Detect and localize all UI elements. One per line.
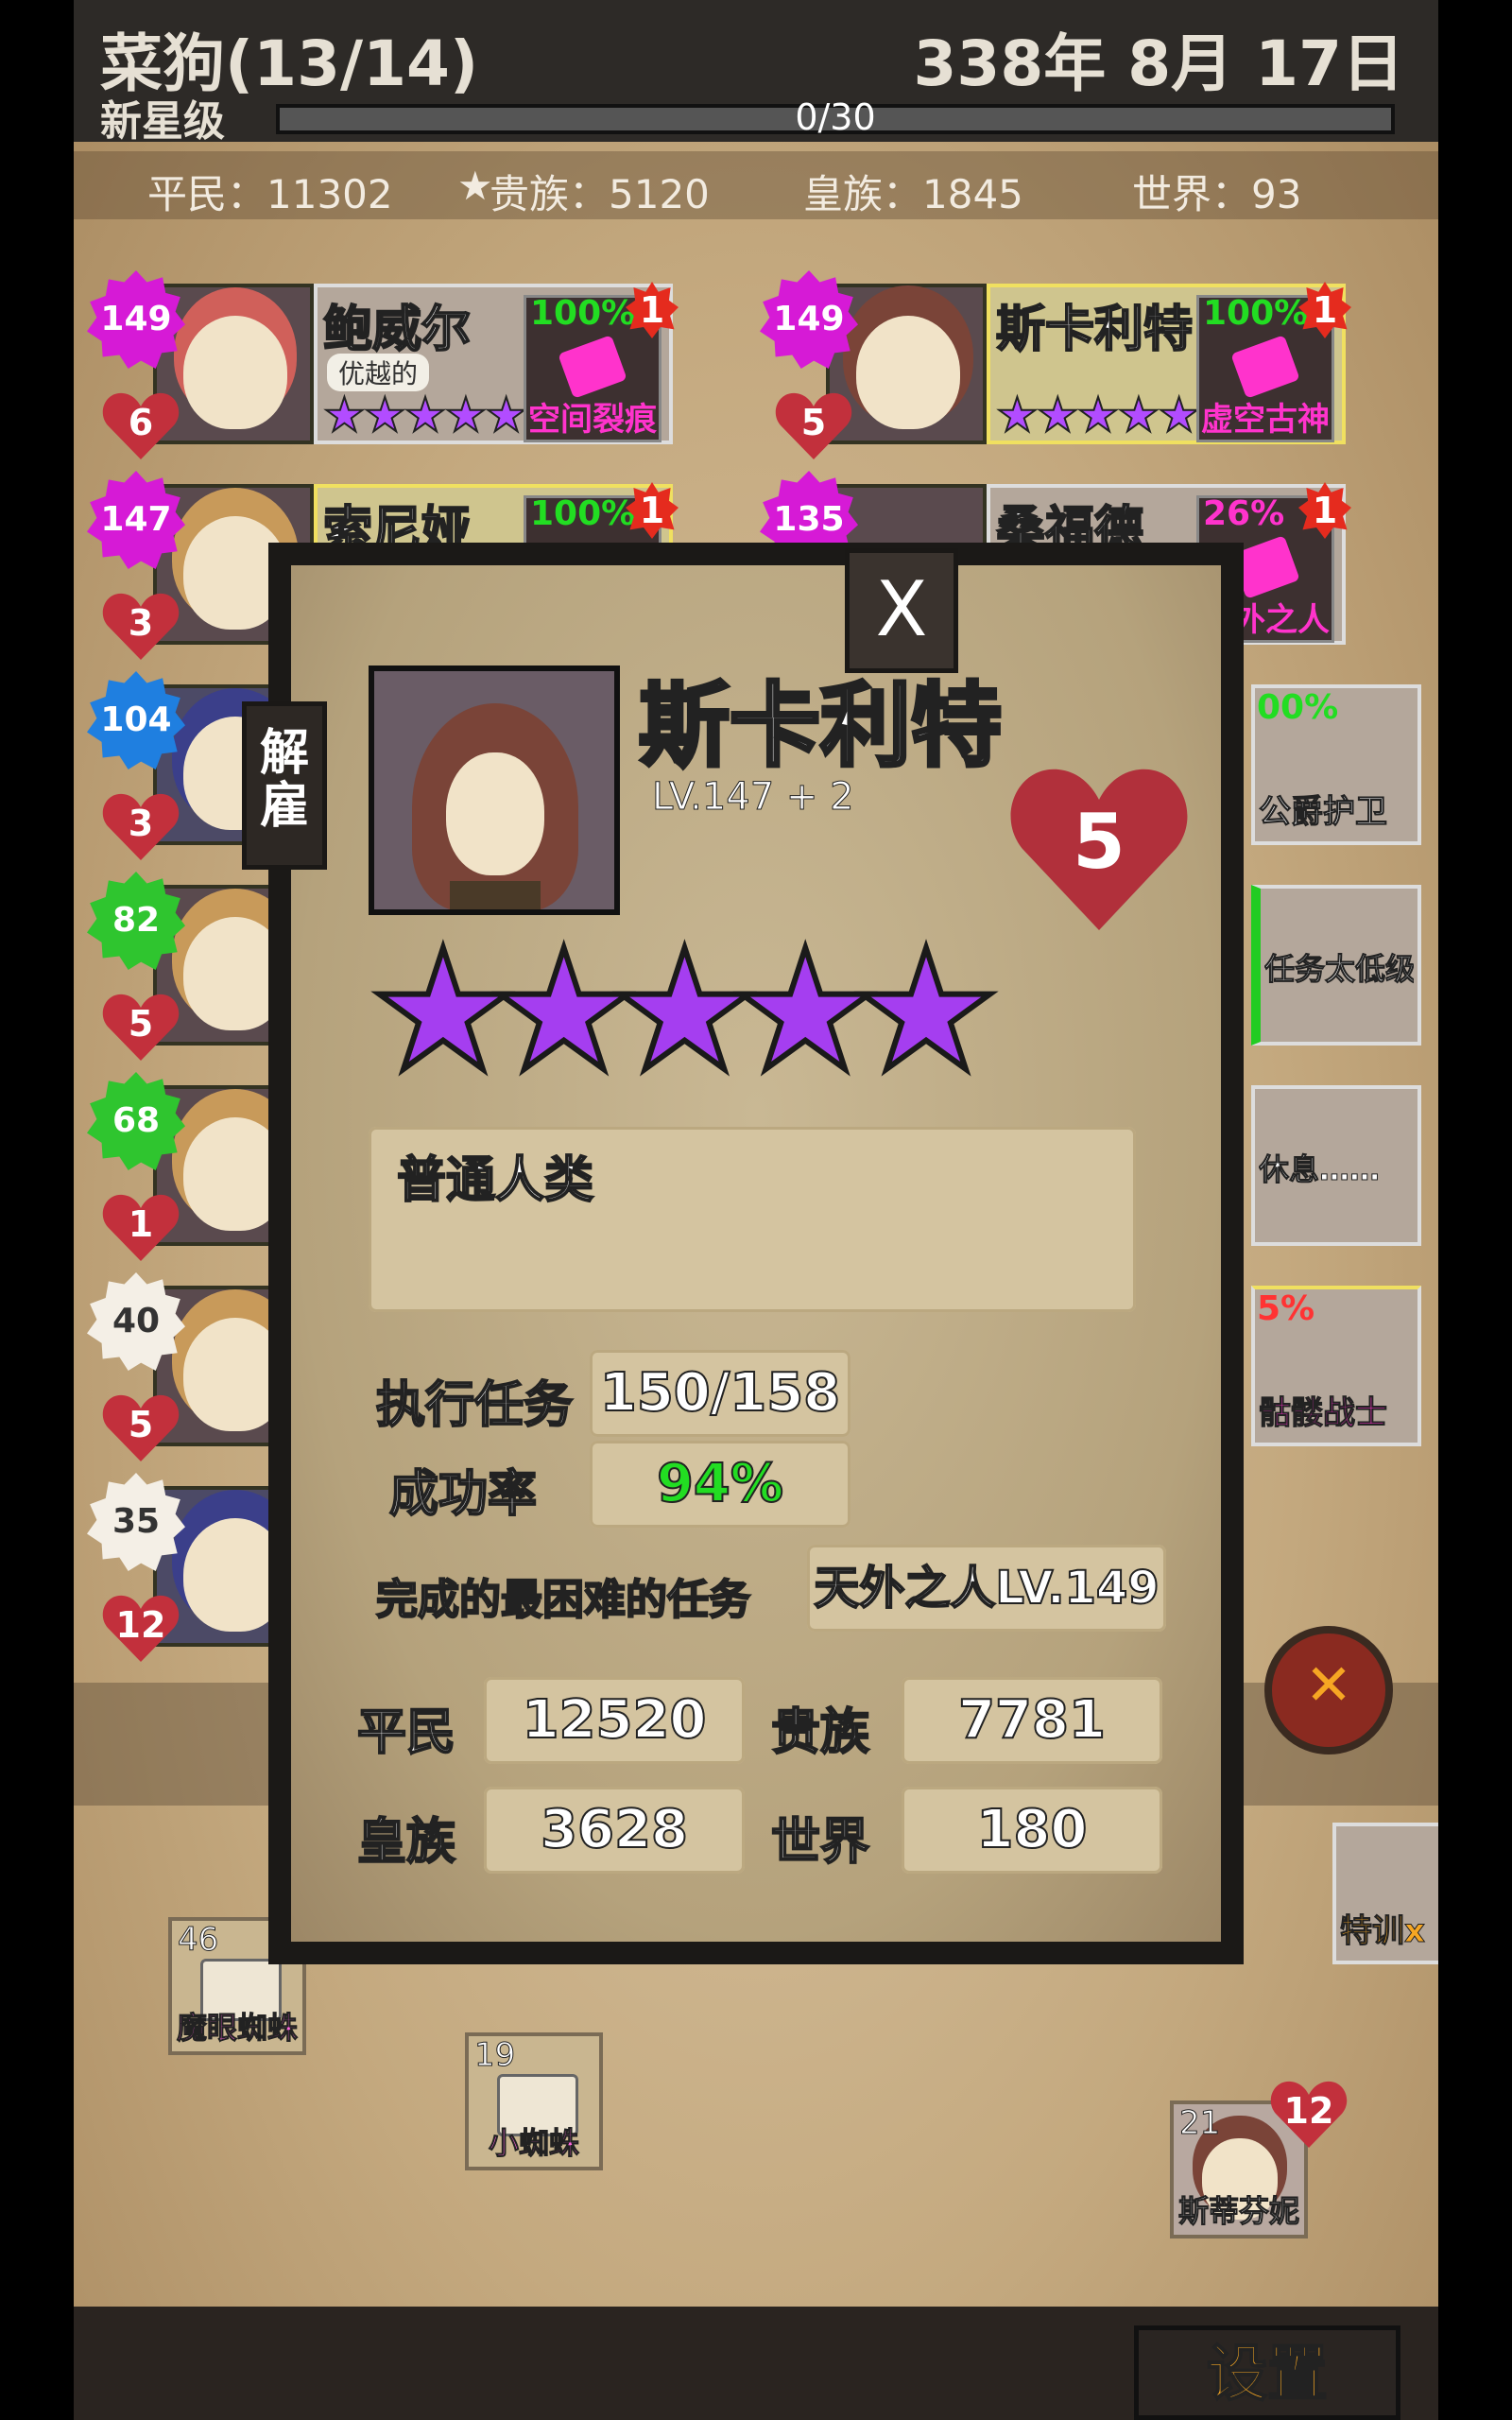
quest-name: 公爵护卫 xyxy=(1259,793,1388,832)
commoner-value: 12520 xyxy=(484,1677,745,1764)
quest-count: 19 xyxy=(473,2036,516,2075)
success-rate-label: 成功率 xyxy=(388,1465,538,1524)
success-rate-value: 94% xyxy=(590,1441,850,1528)
royal-value: 3628 xyxy=(484,1787,745,1874)
dismiss-button[interactable]: 解雇 xyxy=(242,701,327,870)
missions-value: 150/158 xyxy=(590,1350,850,1437)
missions-label: 执行任务 xyxy=(375,1376,574,1435)
training-card[interactable]: 特训x xyxy=(1332,1823,1438,1964)
star-rating: ★★★★★ xyxy=(995,387,1201,443)
commoner-label: 平民 xyxy=(356,1703,456,1762)
quest-name: 空间裂痕 xyxy=(528,401,657,439)
game-date: 338年 8月 17日 xyxy=(913,27,1405,100)
adventurer-name: 斯卡利特 xyxy=(995,301,1194,359)
adventurer-name: 鲍威尔 xyxy=(322,301,472,359)
star-rating: ★★★★★ xyxy=(366,914,1004,1108)
affinity-heart: 5 xyxy=(775,389,852,461)
roster-card-right[interactable]: 任务太低级 xyxy=(1251,885,1421,1046)
pink-star-icon: ★ xyxy=(457,163,493,209)
quest-name: 骷髅战士 xyxy=(1259,1394,1388,1433)
xp-text: 0/30 xyxy=(795,96,876,138)
recruit-name: 斯蒂芬妮 xyxy=(1177,2193,1299,2230)
guild-rank: 新星级 xyxy=(100,97,225,146)
quest-name: 虚空古神 xyxy=(1201,401,1330,439)
quest-name: 小蜘蛛 xyxy=(488,2125,579,2162)
noble-reputation: 贵族：5120 xyxy=(490,171,710,217)
affinity-heart: 5 xyxy=(102,991,180,1063)
card-info: 鲍威尔 优越的 ★★★★★ 100% 空间裂痕 1 xyxy=(314,282,679,444)
affinity-heart: 6 xyxy=(102,389,180,461)
roster-card-right[interactable]: 休息…… xyxy=(1251,1085,1421,1246)
description-box: 普通人类 xyxy=(369,1127,1136,1312)
card-info: 斯卡利特 ★★★★★ 100% 虚空古神 1 xyxy=(987,282,1351,444)
emblem-icon[interactable]: ✕ xyxy=(1264,1626,1393,1754)
affinity-heart: 1 xyxy=(102,1191,180,1263)
roster-card[interactable]: 149 6 鲍威尔 优越的 ★★★★★ 100% 空间裂痕 1 xyxy=(87,270,679,444)
adventurer-name: 斯卡利特 xyxy=(637,671,1004,781)
scroll-icon xyxy=(558,335,627,399)
hardest-quest-value: 天外之人LV.149 xyxy=(807,1545,1166,1632)
avatar xyxy=(826,284,987,444)
description-text: 普通人类 xyxy=(396,1151,594,1210)
quest-progress: 100% xyxy=(1203,294,1309,333)
noble-label: 贵族 xyxy=(770,1703,870,1762)
xp-bar: 0/30 xyxy=(276,96,1395,138)
roster-card[interactable]: 149 5 斯卡利特 ★★★★★ 100% 虚空古神 1 xyxy=(760,270,1351,444)
affinity-heart: 3 xyxy=(102,590,180,662)
quest-progress: 100% xyxy=(530,294,636,333)
quest-name: 魔眼蜘蛛 xyxy=(176,2010,298,2047)
commoner-reputation: 平民：11302 xyxy=(147,171,393,217)
world-value: 180 xyxy=(902,1787,1162,1874)
scroll-icon xyxy=(1230,335,1300,399)
world-reputation: 世界：93 xyxy=(1132,171,1302,217)
royal-label: 皇族 xyxy=(356,1813,456,1872)
trait-tag: 优越的 xyxy=(327,354,430,391)
quest-status: 休息…… xyxy=(1259,1151,1381,1188)
adventurer-portrait xyxy=(369,666,620,915)
affinity-heart: 12 xyxy=(102,1592,180,1664)
top-bar: 菜狗(13/14) 338年 8月 17日 新星级 0/30 xyxy=(74,0,1438,146)
affinity-heart: 5 xyxy=(102,1392,180,1463)
quest-progress: 100% xyxy=(530,494,636,533)
quest-progress: 26% xyxy=(1203,494,1285,533)
quest-status: 任务太低级 xyxy=(1264,951,1414,988)
quest-progress: 5% xyxy=(1257,1289,1315,1328)
quest-scroll[interactable]: 19 小蜘蛛 xyxy=(465,2032,603,2170)
affinity-heart: 3 xyxy=(102,790,180,862)
royal-reputation: 皇族：1845 xyxy=(803,171,1023,217)
noble-value: 7781 xyxy=(902,1677,1162,1764)
recruit-count: 21 xyxy=(1178,2104,1221,2143)
hardest-quest-label: 完成的最困难的任务 xyxy=(375,1575,751,1625)
avatar xyxy=(153,284,314,444)
quest-progress: 00% xyxy=(1257,688,1339,727)
roster-card-right[interactable]: 5% 骷髅战士 xyxy=(1251,1286,1421,1446)
settings-button[interactable]: 设置 xyxy=(1134,2325,1400,2420)
world-label: 世界 xyxy=(770,1813,870,1872)
reputation-bar: 平民：11302 ★ 贵族：5120 皇族：1845 世界：93 xyxy=(74,151,1438,219)
training-label: 特训x xyxy=(1340,1912,1425,1951)
star-rating: ★★★★★ xyxy=(322,387,528,443)
adventurer-level: LV.147 + 2 xyxy=(652,775,855,820)
roster-card-right[interactable]: 00% 公爵护卫 xyxy=(1251,684,1421,845)
quest-count: 46 xyxy=(177,1921,219,1960)
